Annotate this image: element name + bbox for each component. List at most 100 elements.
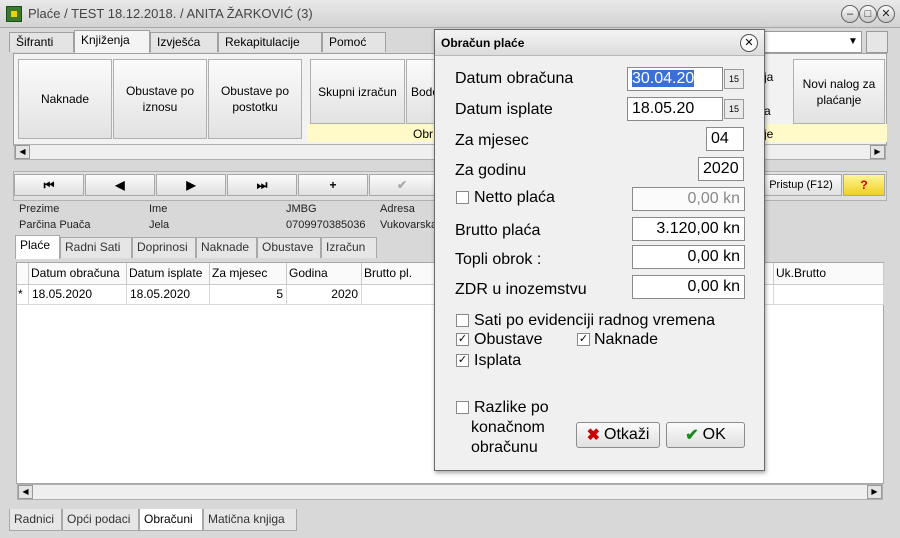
col-za-mjesec[interactable]: Za mjesec <box>210 263 287 285</box>
tab-place[interactable]: Plaće <box>15 235 60 259</box>
obustave-postotak-button[interactable]: Obustave po postotku <box>208 59 302 139</box>
ok-button[interactable]: ✔ OK <box>666 422 745 448</box>
col-godina[interactable]: Godina <box>287 263 362 285</box>
scroll-right-icon[interactable]: ▶ <box>870 145 885 159</box>
za-mjesec-field[interactable]: 04 <box>706 127 744 151</box>
next-record-icon[interactable]: ▶ <box>156 174 226 196</box>
cell-datum-isplate[interactable]: 18.05.2020 <box>127 285 210 305</box>
cancel-button-label: Otkaži <box>604 426 650 443</box>
za-godinu-field[interactable]: 2020 <box>698 157 744 181</box>
datum-isplate-field[interactable]: 18.05.20 <box>627 97 723 121</box>
close-button[interactable]: ✕ <box>877 5 895 23</box>
tab-izracun[interactable]: Izračun <box>321 237 377 258</box>
sati-checkbox[interactable] <box>456 314 469 327</box>
razlike-label-2: konačnom <box>471 419 545 436</box>
pin-icon[interactable] <box>866 31 888 53</box>
datum-obracuna-label: Datum obračuna <box>455 70 574 87</box>
col-datum-isplate[interactable]: Datum isplate <box>127 263 210 285</box>
minimize-button[interactable]: – <box>841 5 859 23</box>
netto-label: Netto plaća <box>474 189 555 206</box>
grid-scroll-left-icon[interactable]: ◀ <box>18 485 33 499</box>
za-godinu-label: Za godinu <box>455 162 527 179</box>
prev-record-icon[interactable]: ◀ <box>85 174 155 196</box>
cell-datum-obracuna[interactable]: 18.05.2020 <box>29 285 127 305</box>
isplata-checkbox[interactable]: ✓ <box>456 354 469 367</box>
datum-obracuna-field[interactable]: 30.04.20 <box>627 67 723 91</box>
calendar-icon[interactable]: 15 <box>724 69 744 89</box>
confirm-record-icon[interactable]: ✔ <box>369 174 435 196</box>
tab-rekapitulacije[interactable]: Rekapitulacije <box>218 32 322 52</box>
topli-obrok-label: Topli obrok : <box>455 251 542 268</box>
razlike-label-3: obračunu <box>471 439 538 456</box>
brutto-label: Brutto plaća <box>455 222 541 239</box>
tab-izvjesca[interactable]: Izvješća <box>150 32 218 52</box>
zdr-field[interactable]: 0,00 kn <box>632 275 745 299</box>
tab-obracuni[interactable]: Obračuni <box>139 509 203 531</box>
razlike-checkbox[interactable] <box>456 401 469 414</box>
tab-obustave[interactable]: Obustave <box>257 237 321 258</box>
ok-check-icon: ✔ <box>685 427 699 444</box>
brutto-field[interactable]: 3.120,00 kn <box>632 217 745 241</box>
obustave-iznos-button[interactable]: Obustave po iznosu <box>113 59 207 139</box>
cancel-x-icon: ✖ <box>586 427 601 444</box>
topli-obrok-field[interactable]: 0,00 kn <box>632 245 745 269</box>
col-uk-brutto[interactable]: Uk.Brutto <box>774 263 884 285</box>
tab-radnici[interactable]: Radnici <box>9 509 62 531</box>
prezime-value: Parčina Puača <box>19 219 91 231</box>
jmbg-value: 0709970385036 <box>286 219 366 231</box>
obracun-place-dialog: Obračun plaće ✕ Datum obračuna 30.04.20 … <box>434 29 765 471</box>
datum-obracuna-value: 30.04.20 <box>632 70 695 87</box>
naknade-checkbox[interactable]: ✓ <box>577 333 590 346</box>
obustave-label: Obustave <box>474 331 543 348</box>
group-label-right: je <box>764 127 774 141</box>
grid-scrollbar[interactable] <box>17 484 883 500</box>
app-icon <box>6 6 22 22</box>
netto-field: 0,00 kn <box>632 187 745 211</box>
col-datum-obracuna[interactable]: Datum obračuna <box>29 263 127 285</box>
netto-checkbox[interactable] <box>456 191 469 204</box>
tab-maticna-knjiga[interactable]: Matična knjiga <box>203 509 297 531</box>
za-mjesec-label: Za mjesec <box>455 132 529 149</box>
calendar-icon[interactable]: 15 <box>724 99 744 119</box>
tab-knjizenja[interactable]: Knjiženja <box>74 30 150 53</box>
dialog-close-icon[interactable]: ✕ <box>740 34 758 52</box>
maximize-button[interactable]: □ <box>859 5 877 23</box>
novi-nalog-button[interactable]: Novi nalog za plaćanje <box>793 59 885 124</box>
pristup-button[interactable]: Pristup (F12) <box>760 174 842 196</box>
prezime-label: Prezime <box>19 203 60 215</box>
add-record-icon[interactable]: + <box>298 174 368 196</box>
tab-naknade[interactable]: Naknade <box>196 237 257 258</box>
combo-arrow-icon[interactable]: ▼ <box>845 33 861 51</box>
hidden-button-partial: ja <box>764 70 774 84</box>
naknade-button[interactable]: Naknade <box>18 59 112 139</box>
help-icon[interactable]: ? <box>843 174 885 196</box>
tab-opci-podaci[interactable]: Opći podaci <box>62 509 139 531</box>
cell-uk-brutto[interactable] <box>774 285 884 305</box>
dialog-title: Obračun plaće <box>435 30 764 56</box>
adresa-value: Vukovarska <box>380 219 438 231</box>
scroll-left-icon[interactable]: ◀ <box>15 145 30 159</box>
ime-value: Jela <box>149 219 170 231</box>
isplata-label: Isplata <box>474 352 522 369</box>
hidden-button-partial-2: a <box>764 104 771 118</box>
cancel-button[interactable]: ✖ Otkaži <box>576 422 660 448</box>
first-record-icon[interactable]: ⏮ <box>14 174 84 196</box>
sati-label: Sati po evidenciji radnog vremena <box>474 312 716 329</box>
jmbg-label: JMBG <box>286 203 317 215</box>
tab-doprinosi[interactable]: Doprinosi <box>132 237 196 258</box>
row-marker: * <box>17 285 29 305</box>
tab-radni-sati[interactable]: Radni Sati <box>60 237 132 258</box>
cell-za-mjesec[interactable]: 5 <box>210 285 287 305</box>
last-record-icon[interactable]: ⏭ <box>227 174 297 196</box>
tab-sifranti[interactable]: Šifranti <box>9 32 74 52</box>
window-title: Plaće / TEST 18.12.2018. / ANITA ŽARKOVI… <box>28 6 313 21</box>
skupni-izracun-button[interactable]: Skupni izračun <box>310 59 405 124</box>
datum-isplate-label: Datum isplate <box>455 101 553 118</box>
naknade-label: Naknade <box>594 331 659 348</box>
obustave-checkbox[interactable]: ✓ <box>456 333 469 346</box>
adresa-label: Adresa <box>380 203 415 215</box>
cell-godina[interactable]: 2020 <box>287 285 362 305</box>
grid-scroll-right-icon[interactable]: ▶ <box>867 485 882 499</box>
ime-label: Ime <box>149 203 168 215</box>
tab-pomoc[interactable]: Pomoć <box>322 32 386 52</box>
